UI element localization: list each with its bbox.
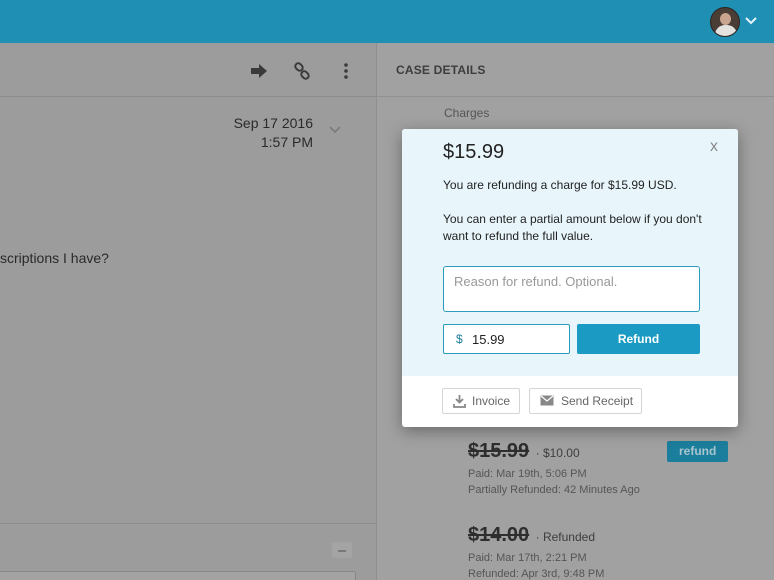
- send-receipt-button[interactable]: Send Receipt: [529, 388, 642, 414]
- charge-amount: $15.99: [468, 440, 530, 462]
- envelope-icon: [540, 395, 554, 406]
- avatar-head: [720, 13, 731, 25]
- chevron-down-icon[interactable]: [743, 12, 759, 28]
- charge-status: Refunded: Apr 3rd, 9:48 PM: [468, 568, 605, 580]
- case-details-title: CASE DETAILS: [396, 63, 486, 77]
- conversation-toolbar: [0, 43, 376, 97]
- close-icon[interactable]: x: [710, 138, 718, 156]
- avatar-body: [715, 25, 737, 36]
- refund-description: You are refunding a charge for $15.99 US…: [443, 178, 677, 192]
- invoice-button[interactable]: Invoice: [442, 388, 520, 414]
- charges-label: Charges: [444, 106, 490, 120]
- refund-submit-button[interactable]: Refund: [577, 324, 700, 354]
- charge-remaining: · $10.00: [535, 446, 580, 460]
- user-avatar[interactable]: [710, 7, 740, 37]
- chevron-down-icon[interactable]: [327, 121, 343, 137]
- reply-input[interactable]: [0, 571, 356, 580]
- modal-amount-title: $15.99: [443, 141, 505, 163]
- forward-arrow-icon[interactable]: [249, 61, 269, 81]
- more-vertical-icon[interactable]: [336, 61, 356, 81]
- case-details-header: CASE DETAILS: [377, 43, 774, 97]
- charge-amount: $14.00: [468, 524, 530, 546]
- message-time: 1:57 PM: [260, 134, 313, 150]
- refund-button[interactable]: refund: [667, 441, 729, 462]
- charge-paid: Paid: Mar 19th, 5:06 PM: [468, 468, 587, 480]
- link-icon[interactable]: [292, 61, 312, 81]
- charge-remaining: · Refunded: [535, 530, 595, 544]
- refund-reason-input[interactable]: [443, 266, 700, 312]
- download-icon: [453, 395, 466, 408]
- refund-amount-input[interactable]: [472, 329, 562, 349]
- refund-amount-field[interactable]: $: [443, 324, 570, 354]
- refund-modal-body: x $15.99 You are refunding a charge for …: [402, 129, 738, 376]
- send-receipt-label: Send Receipt: [561, 394, 634, 408]
- charge-paid: Paid: Mar 17th, 2:21 PM: [468, 552, 587, 564]
- invoice-label: Invoice: [472, 394, 511, 408]
- top-bar: [0, 0, 774, 43]
- minimize-button[interactable]: [332, 542, 352, 558]
- charge-item: $14.00 · Refunded Paid: Mar 17th, 2:21 P…: [468, 524, 604, 580]
- currency-symbol: $: [456, 332, 463, 346]
- partial-refund-hint: You can enter a partial amount below if …: [443, 212, 702, 243]
- refund-modal: x $15.99 You are refunding a charge for …: [402, 129, 738, 427]
- charge-item: $15.99 · $10.00 Paid: Mar 19th, 5:06 PM …: [468, 440, 640, 498]
- message-date: Sep 17 2016: [233, 115, 313, 131]
- conversation-panel: Sep 17 2016 1:57 PM scriptions I have?: [0, 43, 376, 580]
- composer: [0, 523, 376, 580]
- message-text: scriptions I have?: [0, 250, 109, 266]
- charge-status: Partially Refunded: 42 Minutes Ago: [468, 484, 640, 496]
- message-timestamp: Sep 17 2016 1:57 PM: [220, 114, 313, 152]
